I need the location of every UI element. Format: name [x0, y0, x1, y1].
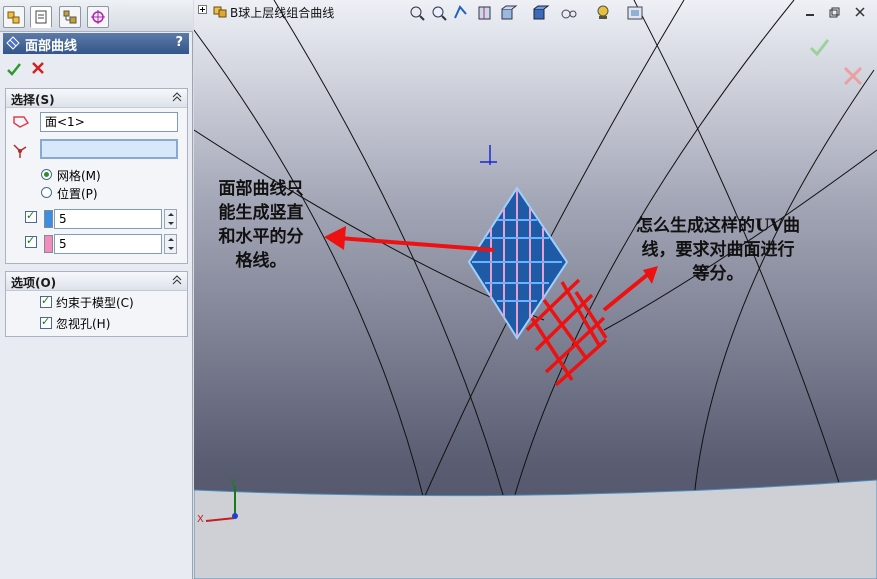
face-selection-field[interactable]: 面<1> [40, 112, 178, 132]
section-view-icon[interactable] [476, 4, 494, 22]
vertex-select-icon [13, 144, 27, 158]
ignore-holes-label: 忽视孔(H) [56, 317, 111, 331]
direction1-spinner[interactable] [164, 209, 177, 229]
direction2-checkbox[interactable] [25, 234, 37, 248]
feature-manager-tab[interactable] [3, 6, 25, 28]
direction1-color-swatch[interactable] [44, 210, 53, 228]
property-manager-panel: 面部曲线 ? 选择(S) 面<1> 网格(M) 位置(P) 5 [0, 0, 193, 579]
configuration-manager-tab[interactable] [59, 6, 81, 28]
options-group-header[interactable]: 选项(O) [6, 272, 187, 291]
cancel-x-icon[interactable] [30, 60, 46, 76]
panel-tab-bar [0, 0, 193, 32]
mesh-radio[interactable] [41, 169, 52, 180]
ignore-holes-checkbox[interactable] [40, 315, 52, 329]
property-sheet-icon [35, 10, 47, 24]
selection-group: 选择(S) 面<1> 网格(M) 位置(P) 5 5 [5, 88, 188, 264]
constrain-to-model-checkbox[interactable] [40, 294, 52, 308]
help-button[interactable]: ? [175, 35, 183, 50]
hide-show-items-icon[interactable] [560, 4, 578, 22]
previous-view-icon[interactable] [452, 4, 470, 22]
part-icon [213, 6, 227, 18]
zoom-to-area-icon[interactable] [430, 4, 448, 22]
close-icon[interactable] [854, 6, 866, 18]
direction2-color-swatch[interactable] [44, 235, 53, 253]
vertex-selection-field[interactable] [40, 139, 178, 159]
constrain-to-model-label: 约束于模型(C) [56, 296, 134, 310]
apply-scene-icon[interactable] [626, 4, 644, 22]
collapse-chevron-icon[interactable] [171, 274, 183, 286]
y-axis-label: Y [230, 478, 237, 489]
direction2-count-input[interactable]: 5 [54, 234, 162, 254]
selection-group-title: 选择(S) [11, 93, 55, 107]
x-axis-label: X [197, 514, 204, 525]
zoom-to-fit-icon[interactable] [408, 4, 426, 22]
face-select-icon [13, 116, 30, 128]
property-manager-tab[interactable] [30, 6, 52, 28]
confirm-cancel-icon[interactable] [842, 65, 864, 87]
face-curve-icon [6, 36, 20, 50]
ok-check-icon[interactable] [6, 61, 22, 77]
model-view-canvas [194, 0, 877, 579]
configuration-icon [63, 10, 77, 24]
feature-tree-icon [7, 11, 20, 24]
position-radio[interactable] [41, 187, 52, 198]
view-orientation-icon[interactable] [500, 4, 518, 22]
direction1-checkbox[interactable] [25, 209, 37, 223]
feature-title: 面部曲线 [25, 39, 78, 54]
feature-title-bar: 面部曲线 ? [3, 33, 189, 54]
dim-xpert-tab[interactable] [87, 6, 109, 28]
breadcrumb-label: B球上层线组合曲线 [230, 6, 335, 20]
annotation-right: 怎么生成这样的UV曲 线，要求对曲面进行 等分。 [635, 216, 800, 284]
expand-plus-icon[interactable] [198, 5, 208, 15]
selection-group-header[interactable]: 选择(S) [6, 89, 187, 108]
direction1-count-input[interactable]: 5 [54, 209, 162, 229]
minimize-icon[interactable] [804, 6, 816, 18]
confirm-ok-icon[interactable] [808, 36, 830, 58]
restore-icon[interactable] [828, 6, 840, 18]
options-group-title: 选项(O) [11, 276, 57, 290]
mesh-radio-label: 网格(M) [57, 169, 101, 183]
display-style-icon[interactable] [532, 4, 550, 22]
graphics-viewport[interactable]: B球上层线组合曲线 X Y 面部曲线只 能生成竖直 和水平的分 格线。 怎么生成… [194, 0, 877, 579]
crosshair-icon [91, 10, 105, 24]
options-group: 选项(O) 约束于模型(C) 忽视孔(H) [5, 271, 188, 337]
edit-appearance-icon[interactable] [594, 4, 612, 22]
position-radio-label: 位置(P) [57, 187, 98, 201]
collapse-chevron-icon[interactable] [171, 91, 183, 103]
annotation-left: 面部曲线只 能生成竖直 和水平的分 格线。 [218, 179, 304, 271]
direction2-spinner[interactable] [164, 234, 177, 254]
